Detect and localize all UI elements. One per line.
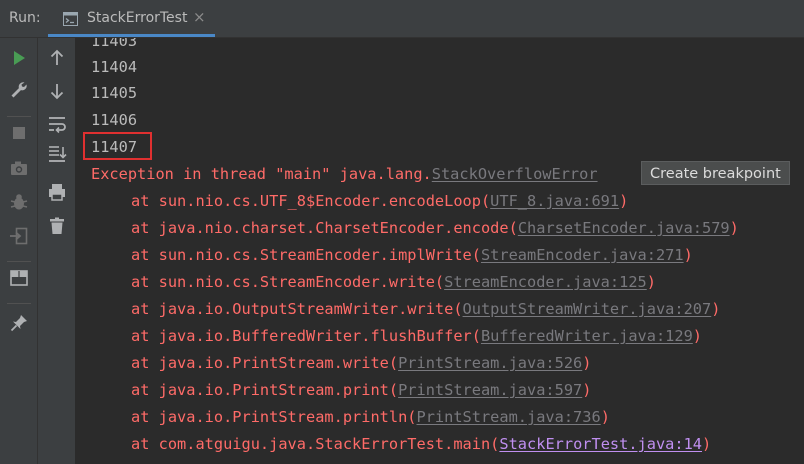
stack-frame-suffix: ) [692, 327, 703, 345]
output-number: 11405 [91, 84, 138, 102]
stack-frame: at sun.nio.cs.StreamEncoder.write(Stream… [131, 269, 656, 296]
stack-frame-suffix: ) [619, 192, 629, 210]
stack-frame: at java.io.PrintStream.println(PrintStre… [131, 404, 610, 431]
stop-icon[interactable] [8, 122, 30, 144]
output-number: 11403 [91, 38, 138, 50]
stack-frame: at java.io.OutputStreamWriter.write(Outp… [131, 296, 720, 323]
stack-frame-method: at java.io.PrintStream.println( [131, 408, 417, 426]
stack-frame-suffix: ) [711, 300, 721, 318]
stack-frame-method: at sun.nio.cs.UTF_8$Encoder.encodeLoop( [131, 192, 491, 210]
pin-icon[interactable] [8, 312, 30, 334]
up-arrow-icon[interactable] [46, 47, 68, 69]
rerun-icon[interactable] [8, 47, 30, 69]
tab-close-icon[interactable]: × [193, 8, 206, 26]
run-header: Run: StackErrorTest × [0, 0, 804, 38]
stack-frame-method: at sun.nio.cs.StreamEncoder.write( [131, 273, 445, 291]
stack-frame-method: at java.io.BufferedWriter.flushBuffer( [131, 327, 481, 345]
stack-frame: at sun.nio.cs.UTF_8$Encoder.encodeLoop(U… [131, 188, 628, 215]
stack-frame-link[interactable]: PrintStream.java:526 [398, 354, 582, 372]
scroll-to-end-icon[interactable] [46, 143, 68, 165]
down-arrow-icon[interactable] [46, 80, 68, 102]
stack-frame: at sun.nio.cs.StreamEncoder.implWrite(St… [131, 242, 693, 269]
toolbar-separator [7, 116, 31, 117]
stack-frame-link[interactable]: StreamEncoder.java:125 [444, 273, 647, 291]
trash-icon[interactable] [46, 215, 68, 237]
tab-stack-error-test[interactable]: StackErrorTest × [48, 0, 215, 37]
stack-frame-method: at java.io.PrintStream.print( [131, 381, 399, 399]
stack-frame-link[interactable]: PrintStream.java:597 [398, 381, 582, 399]
stack-frame-method: at java.nio.charset.CharsetEncoder.encod… [131, 219, 518, 237]
stack-frame: at java.io.PrintStream.write(PrintStream… [131, 350, 592, 377]
stack-frame-suffix: ) [582, 354, 592, 372]
camera-icon[interactable] [8, 157, 30, 179]
stack-frame-method: at java.io.PrintStream.write( [131, 354, 399, 372]
stack-frame-link[interactable]: StreamEncoder.java:271 [481, 246, 684, 264]
stack-frame: at java.io.BufferedWriter.flushBuffer(Bu… [131, 323, 702, 350]
stack-frame-suffix: ) [702, 435, 712, 453]
stack-frame-link[interactable]: UTF_8.java:691 [490, 192, 619, 210]
stack-frame-method: at java.io.OutputStreamWriter.write( [131, 300, 463, 318]
stack-frame-link[interactable]: PrintStream.java:736 [417, 408, 601, 426]
stack-frame-suffix: ) [582, 381, 592, 399]
tab-label: StackErrorTest [87, 10, 188, 26]
layout-icon[interactable] [8, 267, 30, 289]
print-icon[interactable] [46, 181, 68, 203]
exception-class-link[interactable]: StackOverflowError [432, 165, 598, 183]
run-label: Run: [9, 10, 41, 26]
stack-frame-suffix: ) [683, 246, 693, 264]
toolbar-separator [7, 261, 31, 262]
stack-frame-suffix: ) [646, 273, 656, 291]
run-tool-window: Run: StackErrorTest × 11403 11404 11405 … [0, 0, 804, 464]
stack-frame-suffix: ) [600, 408, 610, 426]
run-toolbar-primary [0, 38, 38, 464]
exception-line: Exception in thread "main" java.lang.Sta… [91, 161, 598, 188]
toolbar-separator [7, 303, 31, 304]
output-number: 11404 [91, 58, 138, 76]
stack-frame: at com.atguigu.java.StackErrorTest.main(… [131, 431, 711, 458]
console-tab-icon [63, 11, 78, 26]
stack-frame-link[interactable]: StackErrorTest.java:14 [499, 435, 702, 453]
stack-frame-link[interactable]: OutputStreamWriter.java:207 [463, 300, 712, 318]
wrench-icon[interactable] [8, 79, 30, 101]
stack-frame-link[interactable]: CharsetEncoder.java:579 [518, 219, 730, 237]
highlight-box [83, 132, 152, 160]
exit-icon[interactable] [8, 225, 30, 247]
stack-frame-suffix: ) [729, 219, 739, 237]
stack-frame: at java.io.PrintStream.print(PrintStream… [131, 377, 592, 404]
soft-wrap-icon[interactable] [46, 113, 68, 135]
stack-frame: at java.nio.charset.CharsetEncoder.encod… [131, 215, 739, 242]
console-output[interactable]: 11403 11404 11405 11406 11407 Exception … [76, 38, 804, 464]
bug-icon[interactable] [8, 191, 30, 213]
stack-frame-method: at com.atguigu.java.StackErrorTest.main( [131, 435, 500, 453]
create-breakpoint-tooltip: Create breakpoint [641, 161, 790, 185]
run-toolbar-secondary [38, 38, 76, 464]
stack-frame-link[interactable]: BufferedWriter.java:129 [481, 327, 693, 345]
output-number: 11406 [91, 111, 138, 129]
stack-frame-method: at sun.nio.cs.StreamEncoder.implWrite( [131, 246, 481, 264]
exception-text: Exception in thread "main" java.lang. [91, 165, 432, 183]
